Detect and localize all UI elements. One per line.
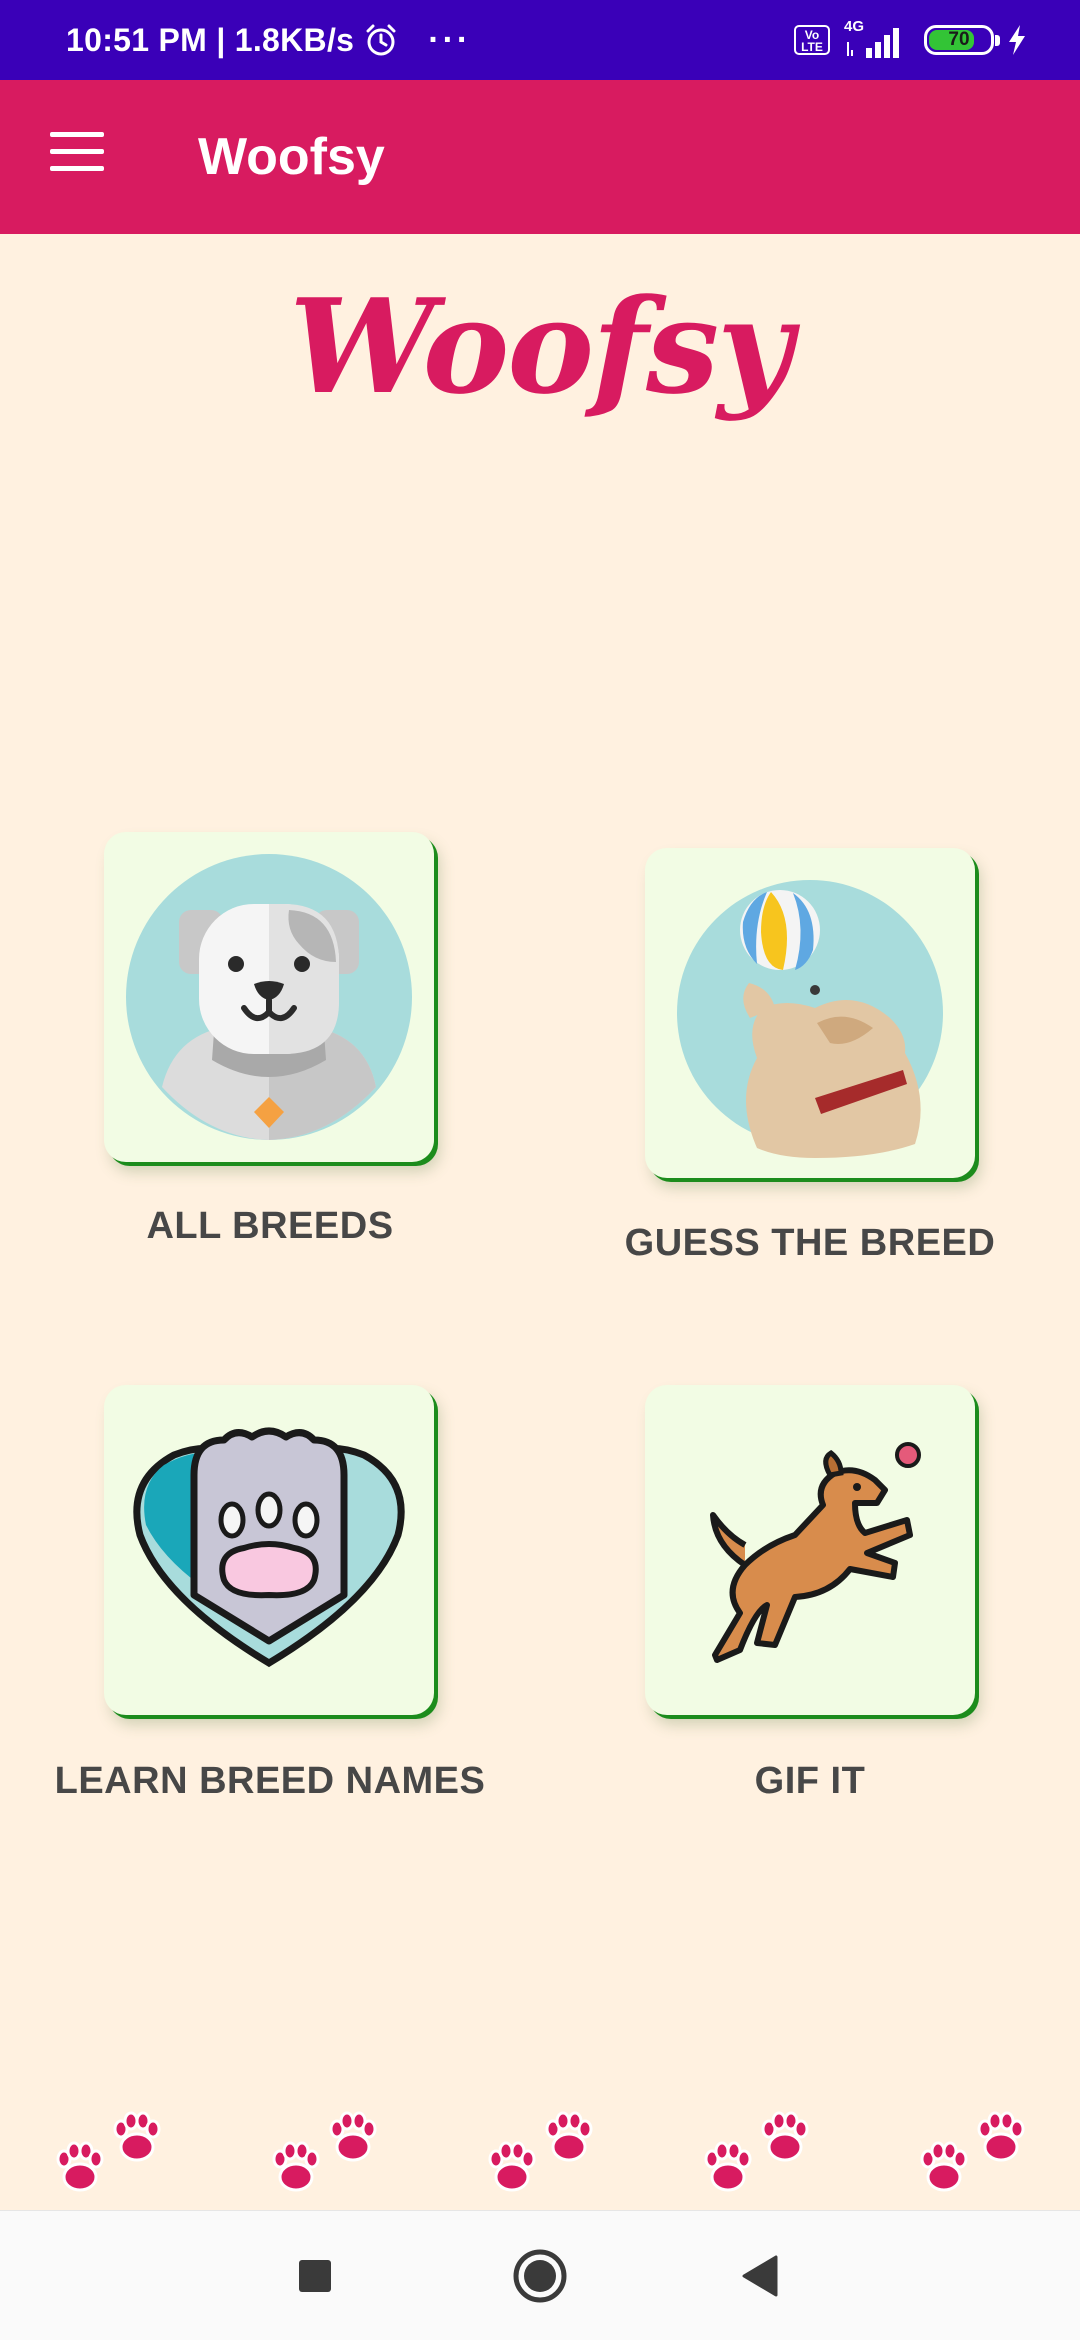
paw-prints-icon bbox=[56, 2111, 1025, 2192]
gif-it-card[interactable] bbox=[645, 1385, 975, 1715]
home-button[interactable] bbox=[505, 2241, 575, 2311]
status-time-speed: 10:51 PM | 1.8KB/s bbox=[66, 21, 355, 58]
more-notifications: ··· bbox=[428, 20, 472, 59]
dog-ball-icon bbox=[677, 880, 943, 1158]
all-breeds-card[interactable] bbox=[104, 832, 434, 1162]
charging-icon bbox=[1009, 25, 1025, 55]
status-right: Vo LTE 4G 70 bbox=[794, 0, 1028, 80]
app-title: Woofsy bbox=[198, 128, 385, 186]
status-left: 10:51 PM | 1.8KB/s ··· bbox=[66, 0, 471, 80]
guess-the-breed-label[interactable]: GUESS THE BREED bbox=[580, 1222, 1040, 1265]
navigation-bar bbox=[0, 2210, 1080, 2340]
recents-button[interactable] bbox=[280, 2241, 350, 2311]
status-bar: 10:51 PM | 1.8KB/s ··· Vo LTE 4G 70 bbox=[0, 0, 1080, 80]
signal-icon: 4G bbox=[842, 18, 912, 60]
battery-level: 70 bbox=[948, 29, 970, 50]
square-icon bbox=[299, 2260, 331, 2292]
gif-it-label[interactable]: GIF IT bbox=[580, 1760, 1040, 1803]
paw-heart-icon bbox=[133, 1427, 405, 1668]
back-button[interactable] bbox=[726, 2241, 796, 2311]
learn-breed-names-label[interactable]: LEARN BREED NAMES bbox=[20, 1760, 520, 1803]
volte-icon: Vo LTE bbox=[794, 25, 830, 55]
hamburger-menu-button[interactable] bbox=[50, 132, 104, 172]
paw-print-footer bbox=[0, 2105, 1080, 2215]
guess-the-breed-card[interactable] bbox=[645, 848, 975, 1178]
all-breeds-label[interactable]: ALL BREEDS bbox=[40, 1205, 500, 1248]
woofsy-logo: Woofsy bbox=[289, 270, 792, 423]
alarm-icon bbox=[366, 24, 396, 56]
battery-icon: 70 bbox=[924, 25, 1000, 55]
jumping-dog-icon bbox=[710, 1442, 921, 1663]
back-triangle-icon bbox=[742, 2255, 778, 2297]
learn-breed-names-card[interactable] bbox=[104, 1385, 434, 1715]
app-bar: Woofsy bbox=[0, 80, 1080, 234]
circle-icon bbox=[513, 2249, 567, 2303]
dog-face-icon bbox=[126, 854, 412, 1140]
